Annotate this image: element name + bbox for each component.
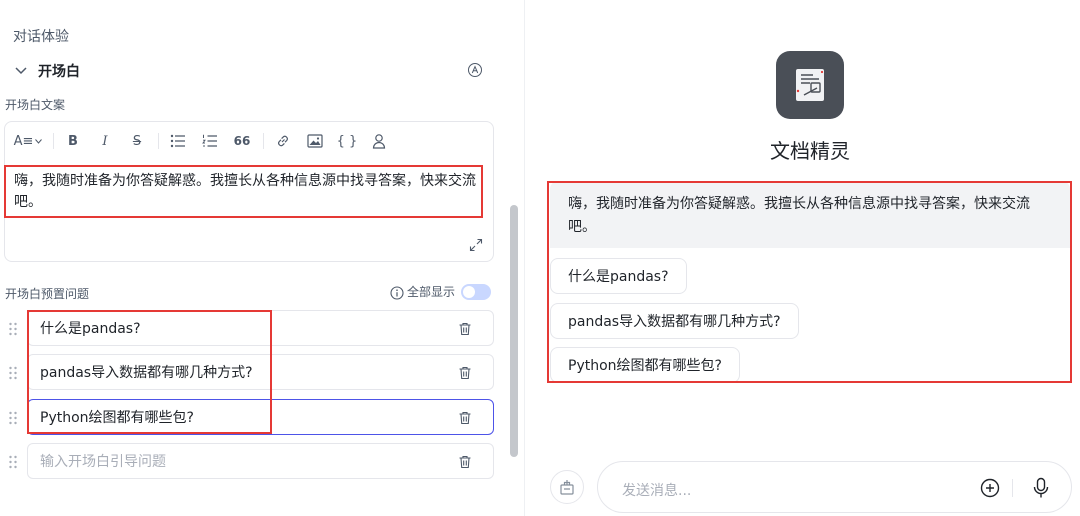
chat-preview: 文档精灵 嗨，我随时准备为你答疑解惑。我擅长从各种信息源中找寻答案，快来交流吧。… [526,0,1080,516]
welcome-message: 嗨，我随时准备为你答疑解惑。我擅长从各种信息源中找寻答案，快来交流吧。 [550,181,1070,248]
link-icon [278,135,288,147]
bullet-list-button[interactable] [167,130,189,152]
input-divider [1012,479,1013,497]
text-style-icon: A≡ [13,133,34,149]
toolbar-divider [53,133,54,149]
strikethrough-button[interactable]: S [126,130,148,152]
suggested-question-chip[interactable]: Python绘图都有哪些包? [550,347,740,383]
trash-icon[interactable] [458,321,472,336]
expand-icon[interactable] [469,237,483,252]
drag-handle-icon[interactable] [8,454,18,469]
link-button[interactable] [272,130,294,152]
settings-panel: 对话体验 开场白 开场白文案 A≡ B I S 66 {} 嗨，我随时准备为你… [0,0,525,516]
new-question-row: 输入开场白引导问题 [8,443,494,479]
show-all-toggle[interactable] [461,283,492,300]
drag-handle-icon[interactable] [8,410,18,425]
text-style-button[interactable]: A≡ [13,130,43,152]
toolbar-divider [263,133,264,149]
message-input[interactable]: 发送消息... [622,480,691,500]
preset-question-row: 什么是pandas? [8,310,494,346]
variable-button[interactable] [368,130,390,152]
add-attachment-icon[interactable] [980,478,1000,498]
editor-toolbar: A≡ B I S 66 {} [5,122,493,160]
show-all-control: 全部显示 [390,283,492,300]
preset-question-row: pandas导入数据都有哪几种方式? [8,354,494,390]
message-input-box[interactable]: 发送消息... [597,461,1072,513]
bot-name: 文档精灵 [770,139,850,163]
image-button[interactable] [304,130,326,152]
preset-question-input[interactable]: 什么是pandas? [27,310,494,346]
info-icon[interactable] [390,285,404,300]
toolbar-divider [158,133,159,149]
numbered-list-icon [202,134,217,147]
section-title: 对话体验 [13,29,69,45]
new-question-input[interactable]: 输入开场白引导问题 [27,443,494,479]
image-icon [307,134,323,148]
quote-button[interactable]: 66 [231,130,253,152]
trash-icon[interactable] [458,410,472,425]
drag-handle-icon[interactable] [8,365,18,380]
document-icon [796,69,824,101]
suggested-question-chip[interactable]: 什么是pandas? [550,258,687,294]
opening-copy-label: 开场白文案 [5,98,66,112]
auto-generate-icon[interactable] [467,62,483,78]
bot-avatar [776,51,844,119]
app-root: 对话体验 开场白 开场白文案 A≡ B I S 66 {} 嗨，我随时准备为你… [0,0,1080,516]
code-button[interactable]: { } [336,130,358,152]
suggested-question-chip[interactable]: pandas导入数据都有哪几种方式? [550,303,799,339]
preset-question-input[interactable]: pandas导入数据都有哪几种方式? [27,354,494,390]
user-icon [372,134,386,149]
preset-questions-label: 开场白预置问题 [5,287,90,301]
bold-button[interactable]: B [62,130,84,152]
drag-handle-icon[interactable] [8,321,18,336]
clear-context-button[interactable] [550,470,584,504]
opening-section-header[interactable]: 开场白 [12,61,80,81]
chevron-down-icon[interactable] [12,62,30,80]
show-all-label: 全部显示 [407,285,456,299]
italic-button[interactable]: I [94,130,116,152]
numbered-list-button[interactable] [199,130,221,152]
trash-icon[interactable] [458,365,472,380]
broom-icon [560,480,574,495]
opening-text-editor[interactable]: A≡ B I S 66 {} 嗨，我随时准备为你答疑解惑。我擅长从各种信息源中… [4,121,494,262]
scrollbar[interactable] [510,205,518,457]
preset-question-row: Python绘图都有哪些包? [8,399,494,435]
preset-question-input[interactable]: Python绘图都有哪些包? [27,399,494,435]
opening-title: 开场白 [38,64,80,80]
bullet-list-icon [170,134,185,148]
trash-icon[interactable] [458,454,472,469]
opening-text[interactable]: 嗨，我随时准备为你答疑解惑。我擅长从各种信息源中找寻答案，快来交流吧。 [14,171,484,213]
microphone-icon[interactable] [1031,477,1051,499]
